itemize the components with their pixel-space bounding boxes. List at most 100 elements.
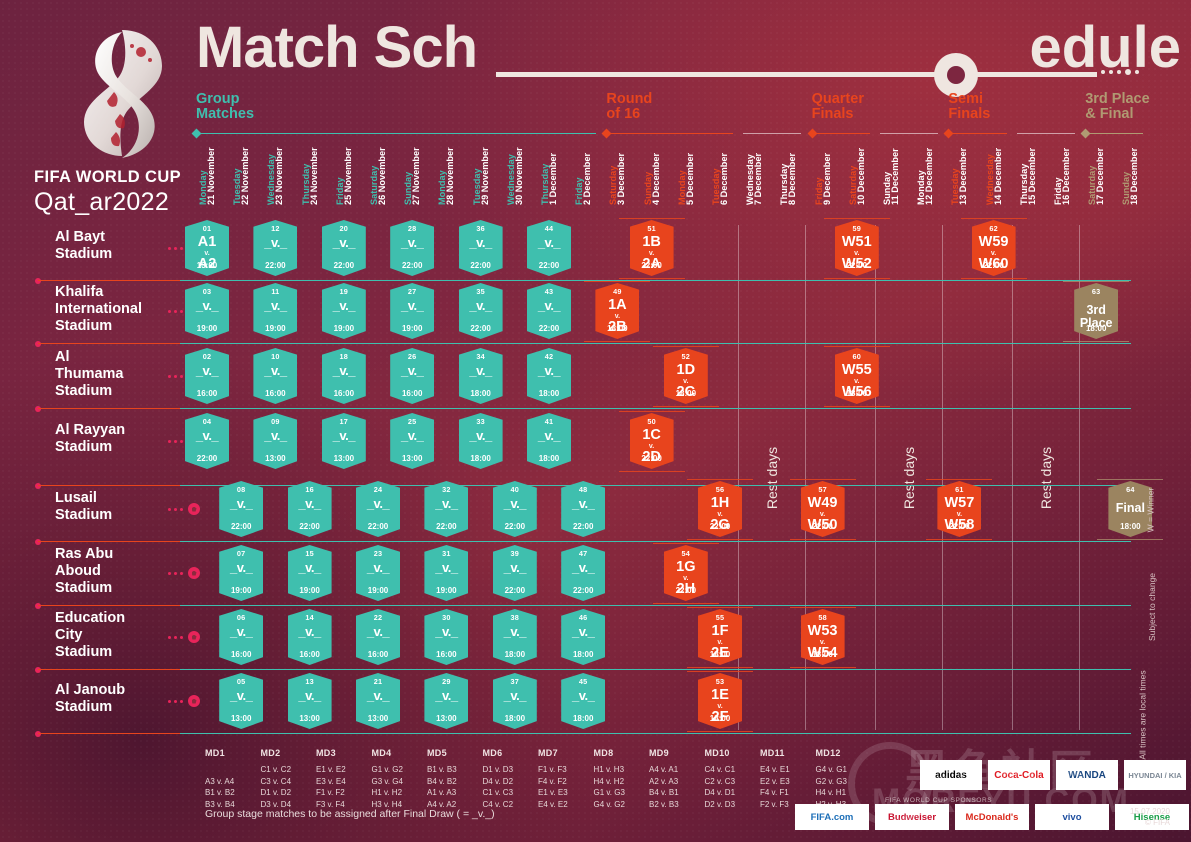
match-rule-51 [618,218,685,219]
match-token-09[interactable]: 09 _v._ 13:00 [253,413,298,469]
match-token-34[interactable]: 34 _v._ 18:00 [458,348,503,404]
matchday-column-md6: MD6 D1 v. D3 D4 v. D2 C1 v. C3 C4 v. C2 [483,748,514,810]
matchday-pair: E1 v. E3 [538,788,568,798]
match-token-32[interactable]: 32 _v._ 22:00 [424,481,469,537]
match-token-29[interactable]: 29 _v._ 13:00 [424,673,469,729]
match-token-63[interactable]: 63 3rd Place 18:00 [1074,283,1119,339]
match-token-27[interactable]: 27 _v._ 19:00 [390,283,435,339]
match-token-06[interactable]: 06 _v._ 16:00 [219,609,264,665]
date-header-10: Wednesday 30 November [505,147,525,206]
title-left: Match Sch [196,15,478,80]
match-token-11[interactable]: 11 _v._ 19:00 [253,283,298,339]
match-token-20[interactable]: 20 _v._ 22:00 [321,220,366,276]
match-token-28[interactable]: 28 _v._ 22:00 [390,220,435,276]
match-token-56[interactable]: 56 1H v. 2G 22:00 [698,481,742,537]
matchday-header: MD3 [316,748,336,758]
match-token-45[interactable]: 45 _v._ 18:00 [561,673,606,729]
date-header-25: Thursday 15 December [1018,147,1038,206]
match-token-03[interactable]: 03 _v._ 19:00 [185,283,229,339]
phase-label-quarter: Quarter Finals [811,91,864,122]
match-rule-64 [1097,479,1164,480]
matchday-pair: H1 v. H2 [371,788,403,798]
match-rule-53 [687,671,753,672]
match-token-30[interactable]: 30 _v._ 16:00 [424,609,469,665]
match-token-31[interactable]: 31 _v._ 19:00 [424,545,469,601]
match-rule-50 [618,411,685,412]
match-token-52[interactable]: 52 1D v. 2C 18:00 [663,348,708,404]
match-token-21[interactable]: 21 _v._ 13:00 [356,673,400,729]
match-token-53[interactable]: 53 1E v. 2F 18:00 [698,673,742,729]
match-token-43[interactable]: 43 _v._ 22:00 [527,283,571,339]
match-token-23[interactable]: 23 _v._ 19:00 [356,545,400,601]
match-token-02[interactable]: 02 _v._ 16:00 [185,348,229,404]
matchday-pair: H1 v. H3 [593,765,625,775]
match-token-24[interactable]: 24 _v._ 22:00 [356,481,400,537]
match-token-12[interactable]: 12 _v._ 22:00 [253,220,298,276]
matchday-pair: F4 v. F2 [538,776,567,786]
match-token-16[interactable]: 16 _v._ 22:00 [287,481,332,537]
match-token-51[interactable]: 51 1B v. 2A 22:00 [629,220,674,276]
matchday-pair: B4 v. B2 [427,776,457,786]
stadium-label-7: Education City Stadium [55,609,126,660]
match-token-38[interactable]: 38 _v._ 18:00 [492,609,537,665]
sponsor-logo-wanda: WANDA [1056,760,1118,790]
match-token-39[interactable]: 39 _v._ 22:00 [492,545,537,601]
match-token-48[interactable]: 48 _v._ 22:00 [561,481,606,537]
match-token-55[interactable]: 55 1F v. 2E 18:00 [698,609,742,665]
date-header-16: Tuesday 6 December [711,153,730,206]
date-header-18: Thursday 8 December [779,153,798,206]
match-token-50[interactable]: 50 1C v. 2D 22:00 [629,413,674,469]
match-token-44[interactable]: 44 _v._ 22:00 [527,220,571,276]
match-token-36[interactable]: 36 _v._ 22:00 [458,220,503,276]
match-token-15[interactable]: 15 _v._ 19:00 [287,545,332,601]
match-token-33[interactable]: 33 _v._ 18:00 [458,413,503,469]
match-token-19[interactable]: 19 _v._ 19:00 [321,283,366,339]
match-token-18[interactable]: 18 _v._ 16:00 [321,348,366,404]
match-token-13[interactable]: 13 _v._ 13:00 [287,673,332,729]
match-token-61[interactable]: 61 W57 v. W58 22:00 [937,481,982,537]
match-token-14[interactable]: 14 _v._ 16:00 [287,609,332,665]
match-token-04[interactable]: 04 _v._ 22:00 [185,413,229,469]
date-header-7: Sunday 27 November [403,147,422,206]
match-token-60[interactable]: 60 W55 v. W56 18:00 [834,348,879,404]
stadium-row-divider-8 [35,730,1131,737]
match-token-62[interactable]: 62 W59 v. W60 22:00 [971,220,1016,276]
match-rule-57 [789,479,856,480]
matchday-pair: H4 v. H1 [815,788,847,798]
match-token-59[interactable]: 59 W51 v. W52 22:00 [834,220,879,276]
match-token-07[interactable]: 07 _v._ 19:00 [219,545,264,601]
stadium-label-3: Al Thumama Stadium [55,348,124,399]
rest-days-label: Rest days [901,446,918,509]
stadium-label-8: Al Janoub Stadium [55,682,126,715]
match-token-17[interactable]: 17 _v._ 13:00 [321,413,366,469]
match-rule-50 [618,471,685,472]
match-token-05[interactable]: 05 _v._ 13:00 [219,673,264,729]
match-token-08[interactable]: 08 _v._ 22:00 [219,481,264,537]
match-rule-60 [823,346,890,347]
match-token-58[interactable]: 58 W53 v. W54 18:00 [800,609,845,665]
match-token-35[interactable]: 35 _v._ 22:00 [458,283,503,339]
match-token-46[interactable]: 46 _v._ 18:00 [561,609,606,665]
phase-rule-group [191,128,597,139]
stadium-row-divider-7 [35,666,1131,673]
match-token-40[interactable]: 40 _v._ 22:00 [492,481,537,537]
match-token-25[interactable]: 25 _v._ 13:00 [390,413,435,469]
match-rule-52 [652,346,719,347]
date-header-24: Wednesday 14 December [984,147,1003,206]
match-token-57[interactable]: 57 W49 v. W50 22:00 [800,481,845,537]
match-rule-51 [618,278,685,279]
match-token-01[interactable]: 01 A1 v. A2 13:00 [185,220,229,276]
match-token-54[interactable]: 54 1G v. 2H 22:00 [663,545,708,601]
match-token-47[interactable]: 47 _v._ 22:00 [561,545,606,601]
match-token-41[interactable]: 41 _v._ 18:00 [527,413,571,469]
matchday-column-md10: MD10 C4 v. C1 C2 v. C3 D4 v. D1 D2 v. D3 [705,748,736,810]
match-token-49[interactable]: 49 1A v. 2B 18:00 [595,283,640,339]
match-token-42[interactable]: 42 _v._ 18:00 [527,348,571,404]
date-header-26: Friday 16 December [1053,147,1072,206]
phase-label-final: 3rd Place & Final [1085,91,1150,122]
match-token-10[interactable]: 10 _v._ 16:00 [253,348,298,404]
matchday-pair: D4 v. D2 [482,776,514,786]
match-token-37[interactable]: 37 _v._ 18:00 [492,673,537,729]
match-token-26[interactable]: 26 _v._ 16:00 [390,348,435,404]
match-token-22[interactable]: 22 _v._ 16:00 [356,609,400,665]
